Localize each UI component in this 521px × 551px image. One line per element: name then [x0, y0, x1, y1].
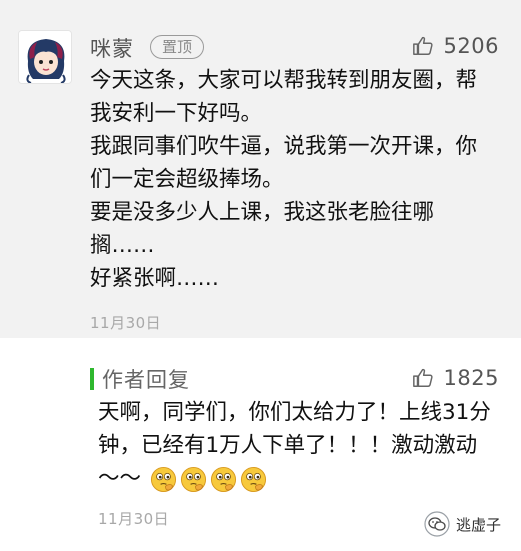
- reply-last-line: ～～: [98, 462, 510, 495]
- user-avatar[interactable]: [18, 30, 72, 84]
- wechat-official-icon: [424, 511, 450, 537]
- comment-line: 今天这条，大家可以帮我转到朋友圈，帮: [90, 68, 478, 93]
- comment-line: 搁……: [90, 233, 155, 258]
- reply-indicator-bar: [90, 368, 94, 390]
- like-button[interactable]: 5206: [412, 34, 499, 58]
- reply-body: 天啊，同学们，你们太给力了！上线31分 钟，已经有1万人下单了！！！激动激动 ～…: [98, 396, 510, 495]
- reply-like-button[interactable]: 1825: [412, 366, 499, 390]
- cartoon-girl-icon: [19, 31, 71, 83]
- thumbs-up-icon: [412, 36, 433, 55]
- watermark-text: 逃虚子: [455, 515, 501, 534]
- username[interactable]: 咪蒙: [90, 33, 134, 63]
- thumbs-up-icon: [412, 368, 433, 387]
- reply-header: 作者回复: [90, 364, 190, 394]
- reply-date: 11月30日: [98, 510, 170, 528]
- comment-line: 我安利一下好吗。: [90, 101, 263, 126]
- thinking-emoji: [150, 466, 176, 492]
- comment-body: 今天这条，大家可以帮我转到朋友圈，帮 我安利一下好吗。 我跟同事们吹牛逼，说我第…: [90, 64, 505, 295]
- reply-line: 钟，已经有1万人下单了！！！激动激动: [98, 433, 478, 458]
- comment-line: 要是没多少人上课，我这张老脸往哪: [90, 200, 435, 225]
- reply-label: 作者回复: [102, 368, 190, 392]
- comment-line: 们一定会超级捧场。: [90, 167, 284, 192]
- comment-date: 11月30日: [90, 314, 162, 332]
- author-reply: 作者回复 1825 天啊，同学们，你们太给力了！上线31分 钟，已经有1万人下单…: [0, 338, 521, 551]
- thinking-emoji: [210, 466, 236, 492]
- reply-like-count: 1825: [443, 366, 499, 390]
- comment-line: 好紧张啊……: [90, 266, 220, 291]
- emoji-group: [150, 466, 270, 493]
- reply-line: 天啊，同学们，你们太给力了！上线31分: [98, 400, 491, 425]
- watermark: 逃虚子: [424, 511, 501, 537]
- top-comment: 咪蒙 置顶 5206 今天这条，大家可以帮我转到朋友圈，帮 我安利一下好吗。 我…: [0, 0, 521, 338]
- thinking-emoji: [180, 466, 206, 492]
- like-count: 5206: [443, 34, 499, 58]
- pinned-badge: 置顶: [150, 35, 205, 59]
- comment-line: 我跟同事们吹牛逼，说我第一次开课，你: [90, 134, 478, 159]
- thinking-emoji: [240, 466, 266, 492]
- reply-line: ～～: [98, 466, 142, 491]
